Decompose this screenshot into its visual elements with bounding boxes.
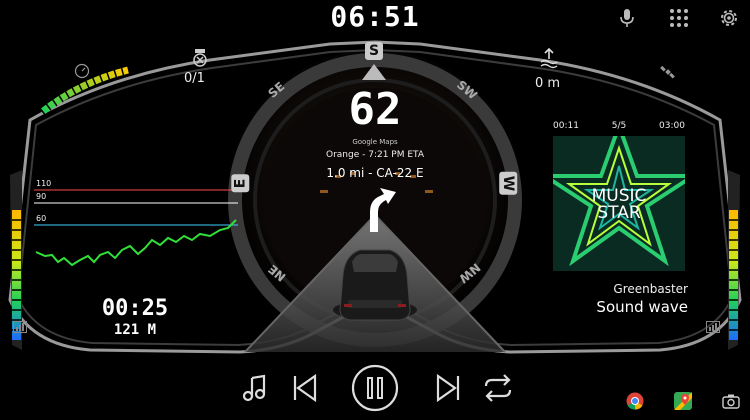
music-note-icon[interactable]	[235, 368, 275, 408]
camera-icon[interactable]	[722, 393, 740, 409]
altitude-icon[interactable]	[539, 47, 559, 69]
nav-eta: Orange - 7:21 PM ETA	[326, 150, 424, 160]
graph-label-90: 90	[36, 192, 47, 201]
microphone-icon[interactable]	[615, 6, 639, 30]
nav-app-label: Google Maps	[352, 138, 398, 146]
altitude-value: 0 m	[535, 76, 561, 91]
gauge-icon[interactable]	[74, 63, 90, 79]
trip-timer: 00:25	[101, 296, 169, 321]
chrome-icon[interactable]	[626, 392, 644, 410]
nav-instruction: 1.0 mi - CA-22 E	[326, 166, 424, 180]
pause-button[interactable]	[351, 364, 399, 412]
elapsed-time: 00:11	[553, 121, 579, 131]
graph-label-60: 60	[36, 214, 47, 223]
gear-icon[interactable]	[717, 6, 741, 30]
signal-icon[interactable]	[13, 318, 27, 333]
compass-e-label: E	[231, 174, 250, 193]
track-info: 00:11 5/5 03:00	[553, 121, 685, 131]
compass-w-label: W	[499, 171, 518, 196]
satellite-icon[interactable]	[660, 64, 676, 80]
track-duration: 03:00	[659, 121, 685, 131]
repeat-icon[interactable]	[478, 368, 518, 408]
speed-readout: 62	[348, 84, 402, 135]
album-art[interactable]: MUSIC STAR	[553, 136, 685, 271]
app-grid-icon[interactable]	[667, 6, 691, 30]
album-title-line2: STAR	[597, 203, 641, 223]
track-index: 5/5	[611, 121, 627, 131]
compass-s-label: S	[364, 42, 384, 60]
speed-graph	[34, 189, 238, 267]
compass-south: S	[361, 40, 387, 62]
maps-icon[interactable]	[674, 392, 692, 410]
compass-west: W	[499, 171, 519, 196]
compass-east: E	[229, 174, 250, 193]
counter-value: 0/1	[184, 71, 205, 86]
artist-name: Greenbaster	[613, 282, 688, 296]
signal-icon[interactable]	[706, 318, 720, 333]
next-icon[interactable]	[428, 368, 468, 408]
song-title: Sound wave	[596, 298, 688, 316]
trip-distance: 121 M	[113, 322, 157, 338]
heading-indicator	[362, 64, 386, 80]
counter-icon[interactable]	[191, 49, 209, 67]
graph-label-110: 110	[36, 179, 52, 188]
right-led-meter	[728, 170, 740, 350]
previous-icon[interactable]	[285, 368, 325, 408]
